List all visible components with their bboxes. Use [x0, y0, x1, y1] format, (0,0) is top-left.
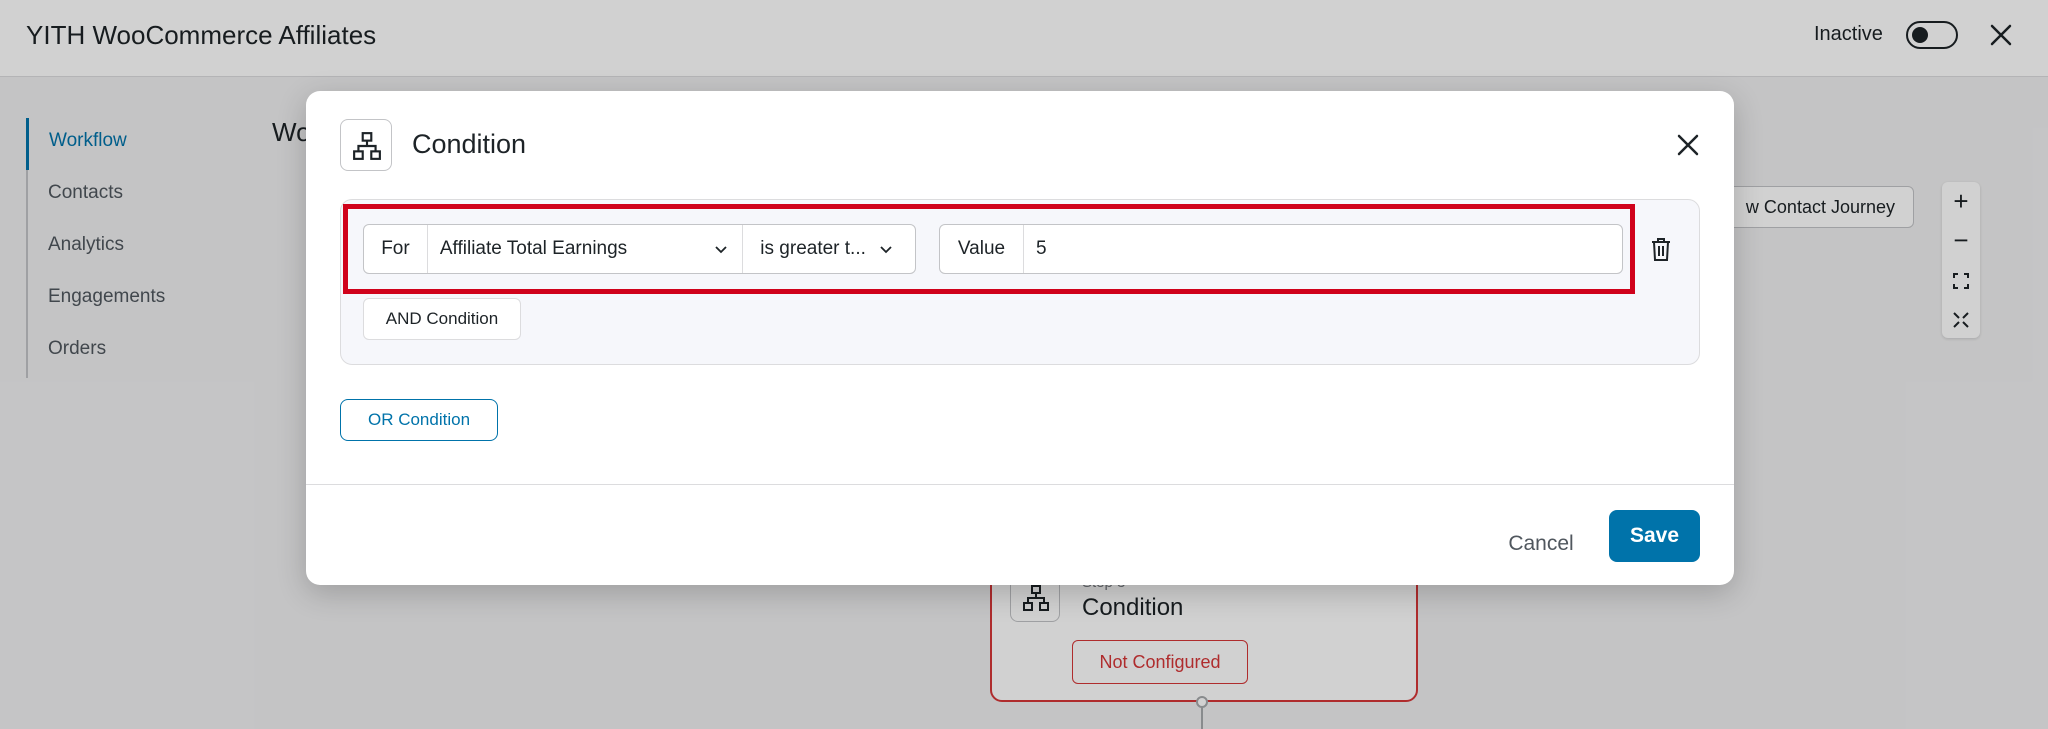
for-label: For — [364, 225, 428, 273]
and-condition-button[interactable]: AND Condition — [363, 298, 521, 340]
footer-divider — [306, 484, 1734, 485]
modal-title: Condition — [412, 129, 527, 159]
field-select[interactable]: Affiliate Total Earnings — [428, 225, 744, 273]
field-select-value: Affiliate Total Earnings — [439, 238, 628, 259]
or-condition-button[interactable]: OR Condition — [340, 399, 498, 441]
chevron-down-icon — [880, 246, 892, 254]
condition-group: For Affiliate Total Earnings is greater … — [340, 199, 1700, 365]
condition-modal: Condition For Affiliate Total Earnings i… — [306, 91, 1734, 585]
value-label: Value — [940, 225, 1024, 273]
close-icon[interactable] — [1674, 131, 1702, 159]
operator-select-value: is greater t... — [760, 238, 866, 259]
condition-tree-icon — [340, 119, 392, 171]
trash-icon[interactable] — [1649, 236, 1673, 262]
value-input[interactable] — [1024, 225, 1622, 273]
condition-rule: For Affiliate Total Earnings is greater … — [363, 224, 1623, 274]
save-button[interactable]: Save — [1609, 510, 1700, 562]
operator-select[interactable]: is greater t... — [743, 225, 915, 273]
cancel-button[interactable]: Cancel — [1496, 519, 1586, 569]
for-field-group: For Affiliate Total Earnings is greater … — [363, 224, 916, 274]
value-field-group: Value — [939, 224, 1623, 274]
chevron-down-icon — [715, 246, 727, 254]
